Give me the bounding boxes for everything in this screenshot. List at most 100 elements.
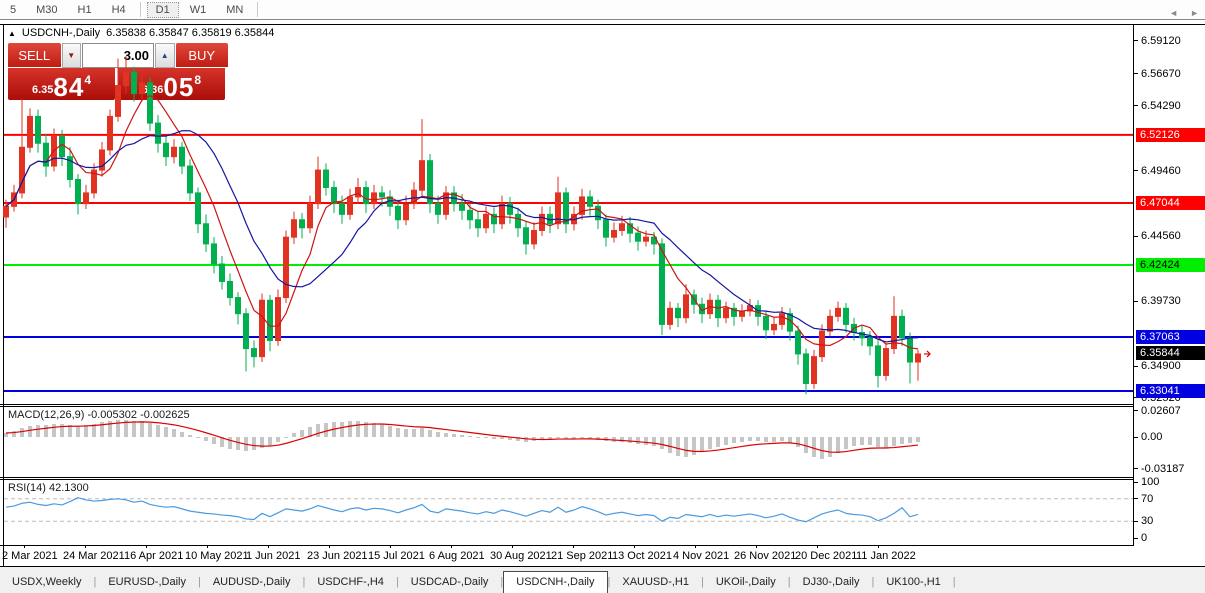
- candle-down: [268, 295, 273, 351]
- candle-up: [884, 343, 889, 381]
- symbol-tab-usdchf-h4[interactable]: USDCHF-,H4: [305, 572, 396, 593]
- candle-down: [492, 208, 497, 233]
- macd-histogram-bar: [396, 428, 400, 437]
- macd-histogram-bar: [36, 425, 40, 437]
- axis-tick-dash: [1133, 105, 1138, 106]
- tab-scroll-right-icon[interactable]: ►: [1190, 8, 1199, 18]
- macd-histogram-bar: [204, 437, 208, 441]
- ma-fast-line: [6, 96, 918, 349]
- date-tick-mark: [451, 545, 452, 548]
- trading-terminal-window: 5M30H1H4D1W1MN ▲ USDCNH-,Daily 6.35838 6…: [0, 0, 1205, 593]
- macd-histogram-bar: [700, 437, 704, 452]
- macd-tick-label: -0.03187: [1133, 462, 1184, 475]
- macd-tick-label: 0.00: [1133, 431, 1162, 444]
- date-tick-mark: [329, 545, 330, 548]
- symbol-tab-bar: USDX,Weekly|EURUSD-,Daily|AUDUSD-,Daily|…: [0, 567, 1205, 593]
- candle-up: [260, 294, 265, 362]
- macd-histogram-bar: [828, 437, 832, 457]
- timeframe-button-w1[interactable]: W1: [181, 2, 216, 18]
- candle-up: [740, 304, 745, 321]
- candle-up: [500, 196, 505, 230]
- timeframe-button-h4[interactable]: H4: [103, 2, 135, 18]
- candle-down: [676, 303, 681, 327]
- timeframe-button-mn[interactable]: MN: [217, 2, 252, 18]
- candle-up: [292, 212, 297, 244]
- level-price-label: 6.42424: [1136, 258, 1205, 272]
- macd-histogram-bar: [756, 437, 760, 441]
- pane-splitter-rsi-top[interactable]: [0, 477, 1133, 478]
- axis-tick-dash: [1133, 482, 1138, 483]
- candle-down: [876, 341, 881, 388]
- timeframe-button-d1[interactable]: D1: [147, 2, 179, 18]
- macd-histogram-bar: [860, 437, 864, 445]
- candle-down: [252, 341, 257, 368]
- timeframe-button-5[interactable]: 5: [1, 2, 25, 18]
- macd-pane[interactable]: [0, 407, 1133, 477]
- date-axis[interactable]: 2 Mar 202124 Mar 202116 Apr 202110 May 2…: [0, 548, 1133, 564]
- timeframe-button-h1[interactable]: H1: [69, 2, 101, 18]
- candle-down: [428, 154, 433, 213]
- macd-histogram-bar: [324, 423, 328, 437]
- macd-histogram-bar: [876, 437, 880, 447]
- macd-histogram-bar: [892, 437, 896, 446]
- candle-up: [356, 178, 361, 203]
- candle-down: [196, 188, 201, 234]
- candle-down: [732, 303, 737, 326]
- macd-histogram-bar: [772, 437, 776, 442]
- candle-down: [804, 349, 809, 395]
- candle-up: [532, 222, 537, 249]
- candle-up: [92, 163, 97, 198]
- date-label: 23 Jun 2021: [307, 550, 368, 562]
- macd-histogram-bar: [236, 437, 240, 450]
- macd-histogram-bar: [900, 437, 904, 444]
- symbol-tab-usdcad-daily[interactable]: USDCAD-,Daily: [399, 572, 501, 593]
- symbol-tab-ukoil-daily[interactable]: UKOil-,Daily: [704, 572, 788, 593]
- macd-histogram-bar: [348, 421, 352, 437]
- macd-histogram-bar: [76, 426, 80, 437]
- candle-down: [300, 213, 305, 238]
- symbol-tab-usdcnh-daily[interactable]: USDCNH-,Daily: [503, 571, 607, 593]
- price-chart-pane[interactable]: [0, 25, 1133, 404]
- timeframe-button-m30[interactable]: M30: [27, 2, 66, 18]
- axis-tick-dash: [1133, 498, 1138, 499]
- macd-histogram-bar: [292, 433, 296, 437]
- macd-histogram-bar: [684, 437, 688, 457]
- current-price-label: 6.35844: [1136, 346, 1205, 360]
- macd-histogram-bar: [460, 435, 464, 437]
- candle-up: [316, 157, 321, 209]
- candle-down: [36, 110, 41, 153]
- date-tick-mark: [878, 545, 879, 548]
- candle-up: [724, 302, 729, 323]
- date-tick-mark: [268, 545, 269, 548]
- symbol-tab-usdx-weekly[interactable]: USDX,Weekly: [0, 572, 93, 593]
- price-tick-label: 6.59120: [1133, 34, 1181, 47]
- macd-histogram-bar: [724, 437, 728, 445]
- candle-up: [420, 119, 425, 195]
- symbol-tab-audusd-daily[interactable]: AUDUSD-,Daily: [201, 572, 303, 593]
- macd-histogram-bar: [788, 437, 792, 443]
- symbol-tab-xauusd-h1[interactable]: XAUUSD-,H1: [610, 572, 701, 593]
- macd-histogram-bar: [212, 437, 216, 444]
- symbol-tab-uk100-h1[interactable]: UK100-,H1: [874, 572, 952, 593]
- macd-histogram-bar: [476, 437, 480, 438]
- macd-histogram-bar: [412, 429, 416, 437]
- date-tick-mark: [695, 545, 696, 548]
- pane-splitter-macd-top[interactable]: [0, 404, 1133, 405]
- candle-up: [668, 302, 673, 330]
- candle-down: [244, 308, 249, 371]
- rsi-tick-label: 0: [1133, 532, 1147, 545]
- tab-scroll-left-icon[interactable]: ◄: [1169, 8, 1178, 18]
- macd-histogram-bar: [796, 437, 800, 447]
- date-label: 21 Sep 2021: [551, 550, 613, 562]
- candle-up: [484, 206, 489, 233]
- candle-down: [716, 295, 721, 327]
- symbol-tab-dj30-daily[interactable]: DJ30-,Daily: [791, 572, 872, 593]
- rsi-pane[interactable]: [0, 480, 1133, 545]
- symbol-tab-eurusd-daily[interactable]: EURUSD-,Daily: [96, 572, 198, 593]
- date-tick-mark: [24, 545, 25, 548]
- candle-down: [788, 308, 793, 340]
- axis-tick-dash: [1133, 170, 1138, 171]
- rsi-tick-label: 70: [1133, 492, 1153, 505]
- macd-histogram-bar: [812, 437, 816, 457]
- macd-histogram-bar: [836, 437, 840, 453]
